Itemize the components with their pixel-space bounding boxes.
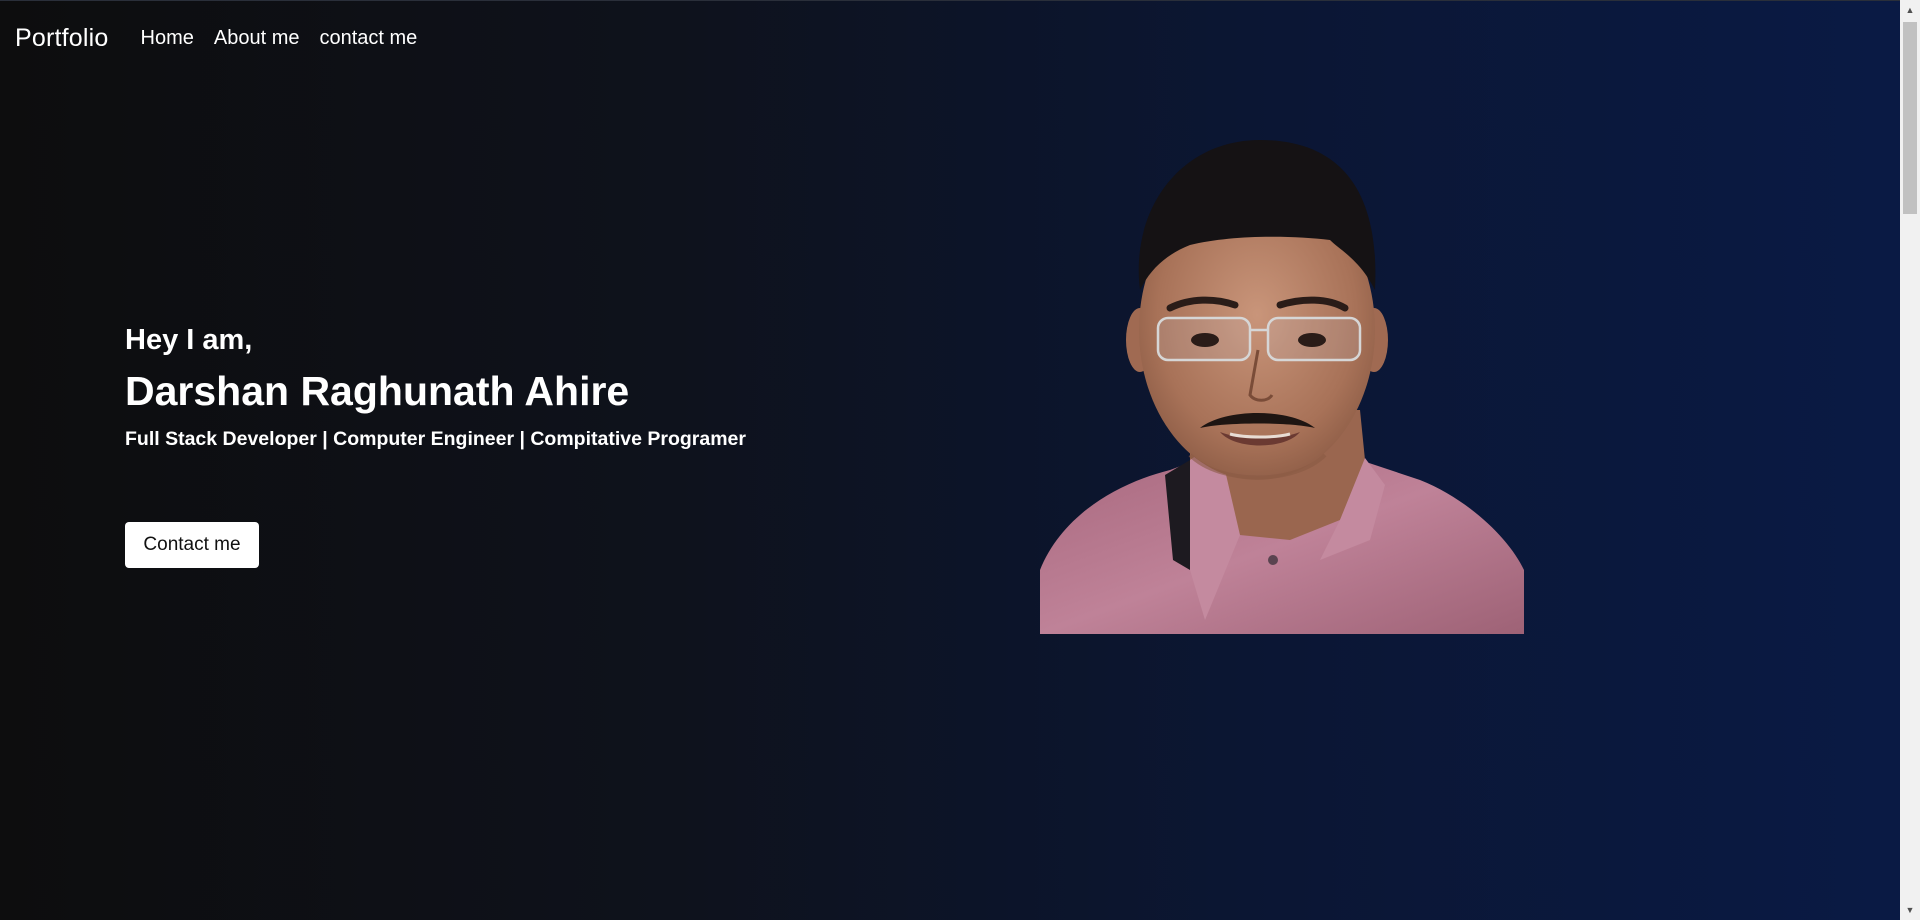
- brand-link[interactable]: Portfolio: [15, 24, 109, 53]
- profile-photo: [1040, 140, 1524, 634]
- nav-link-about[interactable]: About me: [204, 27, 310, 50]
- hero-intro: Hey I am, Darshan Raghunath Ahire Full S…: [125, 318, 746, 454]
- scroll-thumb[interactable]: [1903, 22, 1917, 214]
- scroll-up-arrow-icon[interactable]: ▲: [1900, 2, 1920, 18]
- nav-link-contact[interactable]: contact me: [309, 27, 427, 50]
- navbar: Portfolio Home About me contact me: [0, 0, 1900, 76]
- hero-tagline: Full Stack Developer | Computer Engineer…: [125, 428, 746, 450]
- hero-greeting: Hey I am,: [125, 324, 253, 356]
- nav-links: Home About me contact me: [131, 27, 428, 50]
- nav-link-home[interactable]: Home: [131, 27, 204, 50]
- contact-me-button[interactable]: Contact me: [125, 522, 259, 568]
- scroll-down-arrow-icon[interactable]: ▼: [1900, 902, 1920, 918]
- portfolio-page: Portfolio Home About me contact me Hey I…: [0, 0, 1920, 920]
- hero-name: Darshan Raghunath Ahire: [125, 368, 630, 414]
- vertical-scrollbar[interactable]: ▲ ▼: [1900, 0, 1920, 920]
